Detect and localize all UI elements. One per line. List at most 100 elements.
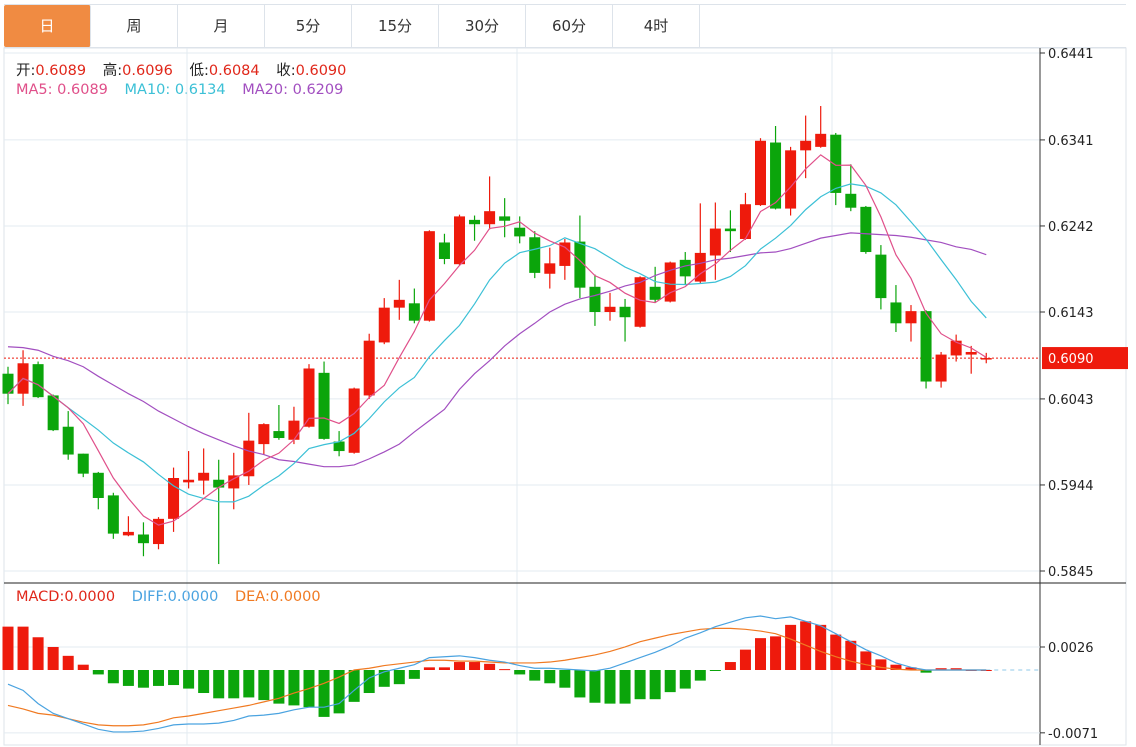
candle-body <box>800 140 812 151</box>
candle-down <box>499 198 511 238</box>
candle-down <box>273 404 285 440</box>
macd-bar-negative <box>634 670 646 700</box>
candle-up <box>378 298 390 345</box>
candle-down <box>62 411 74 460</box>
candle-down <box>438 233 450 265</box>
candle-down <box>920 310 932 389</box>
candle-body <box>469 219 481 225</box>
candle-up <box>183 451 195 489</box>
candle-body <box>77 453 89 474</box>
candle-body <box>905 311 917 324</box>
candle-body <box>619 306 631 318</box>
candle-body <box>62 426 74 455</box>
chart-frame <box>3 47 1127 746</box>
candle-up <box>454 214 465 266</box>
macd-bar-negative <box>168 670 180 686</box>
price-tick-label: 0.6341 <box>1048 134 1094 149</box>
candle-down <box>724 210 736 253</box>
macd-bar-positive <box>770 636 782 670</box>
macd-bar-positive <box>62 655 74 670</box>
price-tick-label: 0.6242 <box>1048 220 1094 235</box>
candle-body <box>288 420 300 440</box>
macd-bar-positive <box>830 634 842 670</box>
candle-body <box>438 242 450 259</box>
candle-body <box>980 358 992 360</box>
candle-up <box>815 106 827 148</box>
candle-body <box>604 306 616 312</box>
candle-up <box>393 279 405 320</box>
candle-up <box>664 261 676 303</box>
candle-down <box>875 245 887 310</box>
candle-up <box>153 517 164 550</box>
candle-body <box>785 150 797 209</box>
candle-down <box>137 522 149 557</box>
candle-up <box>288 406 300 445</box>
macd-bar-negative <box>137 670 149 688</box>
candle-up <box>709 202 721 280</box>
macd-bar-negative <box>694 670 706 681</box>
macd-tick-label: -0.0071 <box>1048 727 1098 742</box>
candle-body <box>860 206 872 253</box>
macd-bar-negative <box>318 670 330 717</box>
macd-bar-positive <box>724 662 736 670</box>
candle-down <box>529 231 541 279</box>
candle-down <box>107 492 119 539</box>
candle-body <box>348 388 360 453</box>
candle-up <box>905 305 917 342</box>
candle-body <box>107 495 119 534</box>
candle-down <box>770 126 782 210</box>
candle-down <box>318 361 330 440</box>
macd-bar-negative <box>544 670 556 684</box>
macd-bar-negative <box>92 670 104 675</box>
candle-down <box>679 252 691 286</box>
candle-up <box>198 448 210 495</box>
macd-bar-positive <box>423 667 435 670</box>
candle-up <box>484 176 496 230</box>
macd-bar-negative <box>679 670 691 689</box>
macd-bar-positive <box>454 662 465 670</box>
candle-up <box>785 146 797 216</box>
candlestick-chart[interactable]: 0.6441 0.6341 0.6242 0.6143 0.6043 0.5944 0.58… <box>0 0 1136 747</box>
candle-body <box>679 259 691 277</box>
price-tick-label: 0.6043 <box>1048 393 1094 408</box>
candle-body <box>544 263 556 274</box>
price-tick-label: 0.5845 <box>1048 565 1094 580</box>
candle-body <box>634 277 646 327</box>
macd-bar-negative <box>604 670 616 704</box>
macd-bar-positive <box>755 638 766 670</box>
candle-body <box>273 431 285 439</box>
macd-bar-positive <box>860 651 872 670</box>
candle-up <box>243 412 255 485</box>
macd-bar-negative <box>589 670 601 703</box>
candle-body <box>935 354 947 382</box>
candle-up <box>122 516 134 537</box>
candle-body <box>709 228 721 256</box>
candle-down <box>47 394 59 432</box>
candle-down <box>860 205 872 254</box>
macd-bar-negative <box>183 670 195 689</box>
candle-body <box>122 531 134 536</box>
candle-up <box>634 276 646 328</box>
macd-bar-negative <box>393 670 405 685</box>
candle-body <box>499 216 511 221</box>
macd-bar-positive <box>77 664 89 670</box>
macd-bar-negative <box>649 670 661 700</box>
candle-body <box>484 211 496 225</box>
candle-body <box>258 424 270 445</box>
candle-body <box>529 237 541 273</box>
candle-down <box>619 298 631 342</box>
macd-bar-negative <box>213 670 225 699</box>
candle-body <box>378 307 390 343</box>
macd-bar-negative <box>559 670 571 688</box>
macd-bar-positive <box>739 649 751 670</box>
candle-body <box>890 302 902 324</box>
candles <box>2 106 992 565</box>
price-tick-label: 0.6143 <box>1048 306 1094 321</box>
macd-bar-positive <box>484 663 496 670</box>
macd-tick-label: 0.0026 <box>1048 641 1094 656</box>
candle-body <box>950 340 962 356</box>
candle-down <box>32 361 44 399</box>
candle-down <box>514 216 526 244</box>
candle-up <box>348 387 360 454</box>
macd-bar-negative <box>122 670 134 686</box>
